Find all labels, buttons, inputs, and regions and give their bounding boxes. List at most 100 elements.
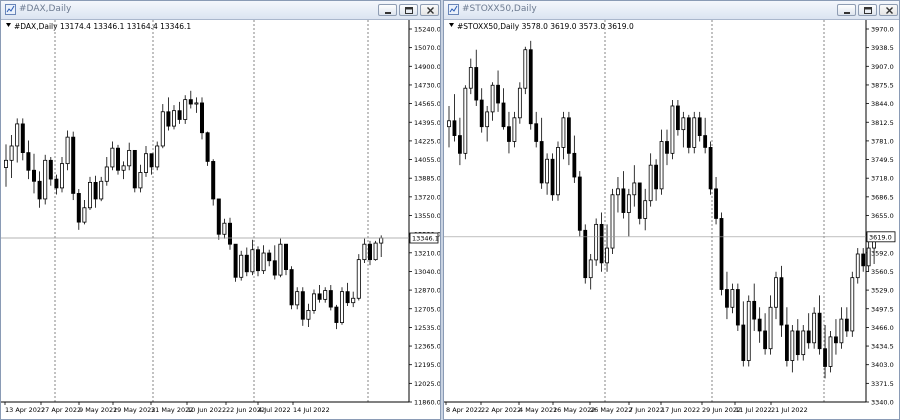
stoxx50-minimize-button[interactable] xyxy=(837,4,856,16)
stoxx50-y-tick-label: 3907.0 xyxy=(871,63,894,71)
dax-y-tick-label: 13720.0 xyxy=(414,193,440,201)
stoxx50-y-tick-label: 3434.5 xyxy=(871,343,894,351)
dax-y-tick-label: 13550.0 xyxy=(414,212,440,220)
dax-y-tick-label: 12870.0 xyxy=(414,287,440,295)
dax-candle-body xyxy=(48,159,53,180)
stoxx50-candle-body xyxy=(479,99,484,128)
dax-candlestick-chart[interactable]: #DAX,Daily 13174.4 13346.1 13164.4 13346… xyxy=(1,20,440,420)
stoxx50-candle-body xyxy=(616,188,620,196)
stoxx50-candle-body xyxy=(774,277,778,308)
dax-candle-body xyxy=(295,291,300,306)
minimize-icon xyxy=(385,12,391,14)
stoxx50-candle-body xyxy=(790,330,795,361)
dax-candle-body xyxy=(278,243,283,276)
dax-candle-body xyxy=(272,260,277,276)
dax-minimize-button[interactable] xyxy=(378,4,397,16)
stoxx50-candle-body xyxy=(850,277,855,332)
dax-candle-body xyxy=(328,290,333,308)
dax-candle-body xyxy=(4,159,9,168)
stoxx50-candle-body xyxy=(823,348,827,367)
dax-close-button[interactable] xyxy=(420,4,439,16)
stoxx50-candlestick-chart[interactable]: #STOXX50,Daily 3578.0 3619.0 3573.0 3619… xyxy=(444,20,899,420)
stoxx50-collapse-arrow-icon[interactable] xyxy=(449,23,454,27)
dax-candle-body xyxy=(121,165,126,171)
dax-titlebar[interactable]: #DAX,Daily xyxy=(1,1,440,20)
stoxx50-candle-body xyxy=(621,188,626,213)
stoxx50-candle-body xyxy=(795,330,800,356)
stoxx50-y-tick-label: 3371.5 xyxy=(871,380,894,388)
stoxx50-candle-body xyxy=(697,117,702,136)
minimize-icon xyxy=(844,12,850,14)
stoxx50-window-title: #STOXX50,Daily xyxy=(462,4,537,14)
stoxx50-y-tick-label: 3938.5 xyxy=(871,44,894,52)
dax-candle-body xyxy=(26,152,31,171)
stoxx50-candle-body xyxy=(834,336,838,344)
dax-maximize-button[interactable] xyxy=(399,4,418,16)
dax-candle-body xyxy=(283,243,288,270)
stoxx50-candle-body xyxy=(550,158,555,196)
stoxx50-y-tick-label: 3844.0 xyxy=(871,100,894,108)
stoxx50-x-tick-label: 22 Apr 2022 xyxy=(481,406,521,414)
dax-candle-body xyxy=(227,222,232,245)
stoxx50-x-tick-label: 7 Jun 2022 xyxy=(629,406,664,414)
dax-collapse-arrow-icon[interactable] xyxy=(6,23,11,27)
dax-candle-body xyxy=(43,159,48,200)
stoxx50-y-tick-label: 3340.0 xyxy=(871,399,894,407)
stoxx50-candle-body xyxy=(643,200,648,219)
stoxx50-candle-body xyxy=(686,117,691,148)
dax-x-tick-label: 13 Apr 2022 xyxy=(5,406,45,414)
stoxx50-candle-body xyxy=(735,289,740,326)
dax-candle-body xyxy=(323,290,328,300)
dax-window-title: #DAX,Daily xyxy=(19,4,72,14)
dax-candle-body xyxy=(362,243,367,261)
stoxx50-candle-body xyxy=(730,289,735,308)
stoxx50-maximize-button[interactable] xyxy=(858,4,877,16)
stoxx50-candle-body xyxy=(659,141,664,190)
dax-y-tick-label: 15240.0 xyxy=(414,26,440,34)
dax-candle-body xyxy=(216,198,221,235)
stoxx50-candle-body xyxy=(534,123,539,142)
stoxx50-candle-body xyxy=(528,49,533,125)
dax-candle-body xyxy=(199,102,204,134)
stoxx50-current-price-label: 3619.0 xyxy=(869,233,892,241)
dax-chart-info: #DAX,Daily 13174.4 13346.1 13164.4 13346… xyxy=(14,22,191,31)
stoxx50-candle-body xyxy=(839,318,844,344)
stoxx50-y-tick-label: 3781.0 xyxy=(871,137,894,145)
dax-candle-body xyxy=(311,293,316,311)
dax-y-tick-label: 11860.0 xyxy=(414,399,440,407)
dax-candle-body xyxy=(166,111,171,127)
dax-y-tick-label: 15070.0 xyxy=(414,44,440,52)
dax-candle-body xyxy=(155,145,160,168)
dax-candle-body xyxy=(65,136,70,165)
stoxx50-candle-body xyxy=(670,105,675,154)
dax-candle-body xyxy=(239,254,244,278)
stoxx50-candle-body xyxy=(757,318,762,332)
chart-window-icon xyxy=(5,4,16,15)
stoxx50-candle-body xyxy=(861,253,866,267)
maximize-icon xyxy=(864,7,872,14)
dax-candle-body xyxy=(373,242,378,261)
dax-candle-body xyxy=(20,123,25,153)
stoxx50-titlebar[interactable]: #STOXX50,Daily xyxy=(444,1,899,20)
chart-window-icon xyxy=(448,4,459,15)
stoxx50-y-tick-label: 3812.5 xyxy=(871,119,894,127)
close-icon xyxy=(427,7,434,14)
stoxx50-y-tick-label: 3686.5 xyxy=(871,193,894,201)
stoxx50-candle-body xyxy=(648,164,653,202)
dax-x-tick-label: 10 Jun 2022 xyxy=(187,406,226,414)
stoxx50-y-tick-label: 3560.5 xyxy=(871,268,894,276)
stoxx50-candle-body xyxy=(523,49,528,89)
stoxx50-close-button[interactable] xyxy=(879,4,898,16)
stoxx50-candle-body xyxy=(806,330,811,344)
stoxx50-candle-body xyxy=(779,277,784,326)
dax-candle-body xyxy=(149,153,154,168)
stoxx50-candle-body xyxy=(784,324,789,361)
stoxx50-chart-window: #STOXX50,Daily #STOXX50,Daily 3578.0 361… xyxy=(443,0,900,420)
dax-candle-body xyxy=(339,291,344,323)
dax-candle-body xyxy=(194,102,199,105)
dax-candle-body xyxy=(110,147,115,168)
stoxx50-chart-info: #STOXX50,Daily 3578.0 3619.0 3573.0 3619… xyxy=(457,22,634,31)
dax-chart-window: #DAX,Daily #DAX,Daily 13174.4 13346.1 13… xyxy=(0,0,441,420)
stoxx50-candle-body xyxy=(714,188,718,219)
dax-y-tick-label: 13210.0 xyxy=(414,249,440,257)
